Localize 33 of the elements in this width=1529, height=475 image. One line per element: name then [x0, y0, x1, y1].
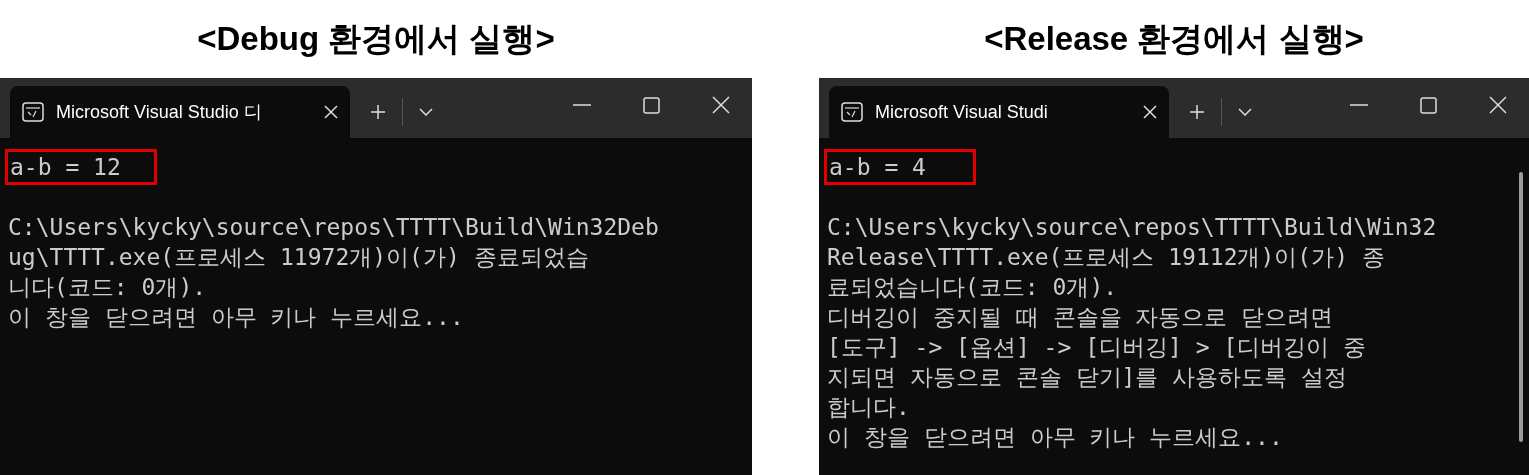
scrollbar[interactable]	[1519, 172, 1523, 442]
console-line: 지되면 자동으로 콘솔 닫기]를 사용하도록 설정	[827, 363, 1349, 392]
panel-heading: <Debug 환경에서 실행>	[197, 19, 555, 60]
close-icon[interactable]	[324, 105, 338, 119]
maximize-icon[interactable]	[1420, 96, 1437, 114]
console-line: Release\TTTT.exe(프로세스 19112개)이(가) 종	[827, 243, 1386, 272]
console-line: 니다(코드: 0개).	[8, 273, 208, 302]
console-line: C:\Users\kycky\source\repos\TTTT\Build\Win32	[827, 213, 1438, 242]
console-line: 이 창을 닫으려면 아무 키나 누르세요...	[827, 423, 1284, 452]
console-line: 료되었습니다(코드: 0개).	[827, 273, 1119, 302]
close-icon[interactable]	[1143, 105, 1157, 119]
plus-icon[interactable]	[1189, 104, 1205, 120]
terminal-tab[interactable]: Microsoft Visual Studi	[829, 86, 1169, 138]
chevron-down-icon[interactable]	[1238, 108, 1252, 116]
tab-title: Microsoft Visual Studio 디	[56, 100, 263, 124]
console-icon	[841, 102, 863, 122]
console-line: 합니다.	[827, 393, 911, 422]
maximize-icon[interactable]	[643, 96, 660, 114]
chevron-down-icon[interactable]	[419, 108, 433, 116]
console-line: 이 창을 닫으려면 아무 키나 누르세요...	[8, 303, 465, 332]
plus-icon[interactable]	[370, 104, 386, 120]
console-icon	[22, 102, 44, 122]
panel-heading: <Release 환경에서 실행>	[984, 19, 1364, 60]
close-icon[interactable]	[1489, 96, 1507, 114]
console-output: a-b = 12	[8, 152, 154, 182]
terminal-tab[interactable]: Microsoft Visual Studio 디	[10, 86, 350, 138]
console-output: a-b = 4	[827, 152, 973, 182]
tab-title: Microsoft Visual Studi	[875, 100, 1049, 124]
console-line: ug\TTTT.exe(프로세스 11972개)이(가) 종료되었습	[8, 243, 590, 272]
close-icon[interactable]	[712, 96, 730, 114]
console-line: C:\Users\kycky\source\repos\TTTT\Build\Win32Deb	[8, 213, 660, 242]
console-line: 디버깅이 중지될 때 콘솔을 자동으로 닫으려면	[827, 303, 1335, 332]
console-line: [도구] -> [옵션] -> [디버깅] > [디버깅이 중	[827, 333, 1368, 362]
